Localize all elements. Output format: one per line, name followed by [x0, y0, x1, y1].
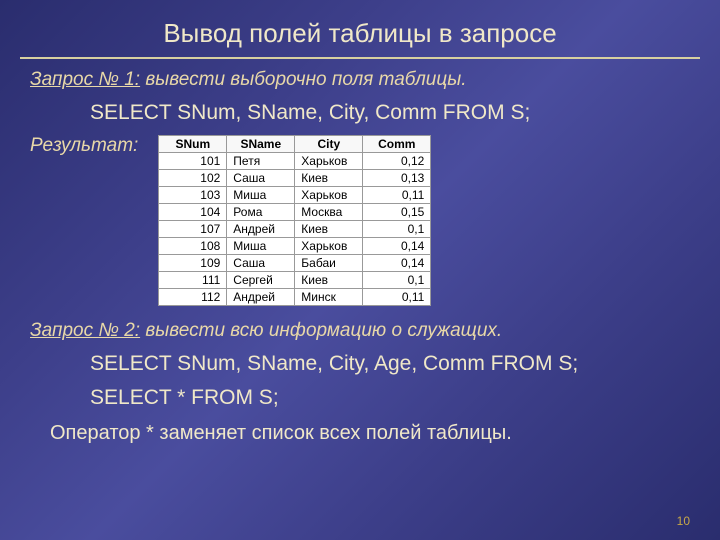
- table-cell: 109: [159, 255, 227, 272]
- table-row: 107АндрейКиев0,1: [159, 221, 431, 238]
- table-cell: 0,1: [363, 272, 431, 289]
- table-header: City: [295, 136, 363, 153]
- table-row: 111СергейКиев0,1: [159, 272, 431, 289]
- table-row: 102СашаКиев0,13: [159, 170, 431, 187]
- table-cell: Харьков: [295, 187, 363, 204]
- table-cell: Киев: [295, 221, 363, 238]
- table-row: 104РомаМосква0,15: [159, 204, 431, 221]
- table-header: SName: [227, 136, 295, 153]
- table-cell: Москва: [295, 204, 363, 221]
- query-1-line: Запрос № 1: вывести выборочно поля табли…: [30, 69, 690, 91]
- table-cell: 0,1: [363, 221, 431, 238]
- table-cell: Андрей: [227, 221, 295, 238]
- query-2-desc: вывести всю информацию о служащих.: [140, 320, 502, 341]
- table-cell: Андрей: [227, 289, 295, 306]
- table-cell: 108: [159, 238, 227, 255]
- table-cell: Саша: [227, 255, 295, 272]
- table-cell: Саша: [227, 170, 295, 187]
- table-cell: 0,15: [363, 204, 431, 221]
- table-cell: 101: [159, 153, 227, 170]
- table-cell: Киев: [295, 272, 363, 289]
- table-cell: Миша: [227, 187, 295, 204]
- content-area: Запрос № 1: вывести выборочно поля табли…: [0, 59, 720, 455]
- query-2-sql-1: SELECT SNum, SName, City, Age, Comm FROM…: [90, 352, 690, 376]
- footer-note: Оператор * заменяет список всех полей та…: [50, 422, 690, 445]
- table-header: SNum: [159, 136, 227, 153]
- table-cell: 0,11: [363, 289, 431, 306]
- table-header: Comm: [363, 136, 431, 153]
- table-row: 109СашаБабаи0,14: [159, 255, 431, 272]
- table-cell: 112: [159, 289, 227, 306]
- page-number: 10: [677, 514, 690, 528]
- table-cell: 102: [159, 170, 227, 187]
- result-wrap: Результат: SNumSNameCityComm 101ПетяХарь…: [30, 135, 690, 306]
- table-cell: 0,12: [363, 153, 431, 170]
- table-cell: 104: [159, 204, 227, 221]
- table-cell: 0,14: [363, 238, 431, 255]
- table-cell: Сергей: [227, 272, 295, 289]
- table-cell: Миша: [227, 238, 295, 255]
- table-row: 101ПетяХарьков0,12: [159, 153, 431, 170]
- table-cell: Киев: [295, 170, 363, 187]
- table-cell: 0,14: [363, 255, 431, 272]
- slide-title: Вывод полей таблицы в запросе: [0, 0, 720, 57]
- result-table: SNumSNameCityComm 101ПетяХарьков0,12102С…: [158, 135, 431, 306]
- table-cell: Минск: [295, 289, 363, 306]
- result-label: Результат:: [30, 135, 138, 157]
- table-cell: Харьков: [295, 238, 363, 255]
- table-row: 103МишаХарьков0,11: [159, 187, 431, 204]
- table-cell: 0,11: [363, 187, 431, 204]
- query-2-line: Запрос № 2: вывести всю информацию о слу…: [30, 320, 690, 342]
- query-1-label: Запрос № 1:: [30, 69, 140, 90]
- query-2-sql-2: SELECT * FROM S;: [90, 386, 690, 410]
- table-cell: 103: [159, 187, 227, 204]
- query-1-desc: вывести выборочно поля таблицы.: [140, 69, 466, 90]
- query-2-label: Запрос № 2:: [30, 320, 140, 341]
- table-row: 112АндрейМинск0,11: [159, 289, 431, 306]
- table-cell: Бабаи: [295, 255, 363, 272]
- table-cell: 111: [159, 272, 227, 289]
- table-cell: Рома: [227, 204, 295, 221]
- table-cell: 107: [159, 221, 227, 238]
- table-cell: Харьков: [295, 153, 363, 170]
- query-1-sql: SELECT SNum, SName, City, Comm FROM S;: [90, 101, 690, 125]
- table-row: 108МишаХарьков0,14: [159, 238, 431, 255]
- table-cell: Петя: [227, 153, 295, 170]
- table-cell: 0,13: [363, 170, 431, 187]
